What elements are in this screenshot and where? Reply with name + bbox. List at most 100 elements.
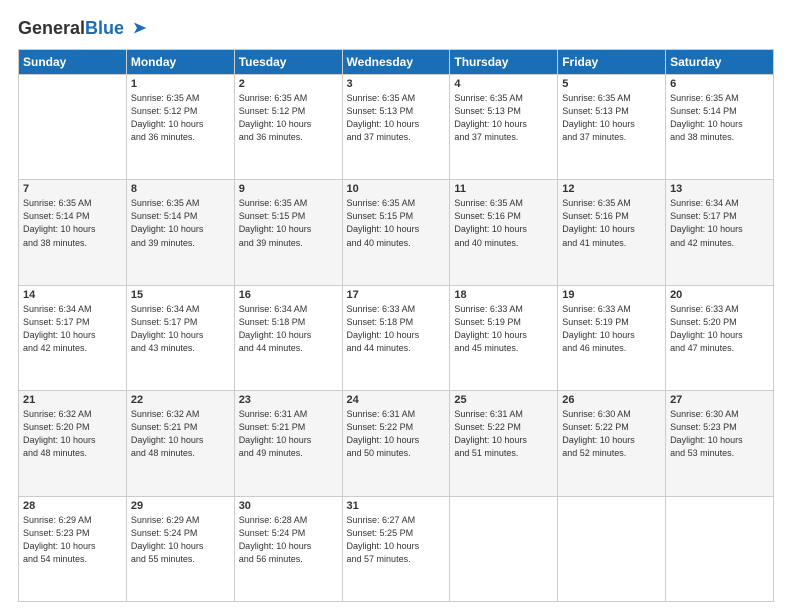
calendar-cell: 22Sunrise: 6:32 AM Sunset: 5:21 PM Dayli…	[126, 391, 234, 496]
day-number: 7	[23, 183, 122, 195]
day-info: Sunrise: 6:32 AM Sunset: 5:20 PM Dayligh…	[23, 408, 122, 460]
logo: GeneralBlue	[18, 18, 148, 39]
day-number: 28	[23, 500, 122, 512]
day-number: 27	[670, 394, 769, 406]
day-number: 12	[562, 183, 661, 195]
day-info: Sunrise: 6:31 AM Sunset: 5:21 PM Dayligh…	[239, 408, 338, 460]
page: GeneralBlue SundayMondayTuesdayWednesday…	[0, 0, 792, 612]
day-number: 10	[347, 183, 446, 195]
calendar-cell: 12 Sunrise: 6:35 AM Sunset: 5:16 PM Dayli…	[558, 180, 666, 285]
weekday-header-thursday: Thursday	[450, 50, 558, 75]
calendar-cell: 13 Sunrise: 6:34 AM Sunset: 5:17 PM Dayli…	[666, 180, 774, 285]
calendar-cell	[666, 496, 774, 601]
day-info: Sunrise: 6:34 AM Sunset: 5:17 PM Dayligh…	[131, 303, 230, 355]
day-info: Sunrise: 6:30 AM Sunset: 5:23 PM Dayligh…	[670, 408, 769, 460]
calendar-cell: 20Sunrise: 6:33 AM Sunset: 5:20 PM Dayli…	[666, 285, 774, 390]
calendar-cell: 28Sunrise: 6:29 AM Sunset: 5:23 PM Dayli…	[19, 496, 127, 601]
day-number: 11	[454, 183, 553, 195]
calendar-week-row: 1 Sunrise: 6:35 AM Sunset: 5:12 PM Daylig…	[19, 75, 774, 180]
calendar-week-row: 14 Sunrise: 6:34 AM Sunset: 5:17 PM Dayli…	[19, 285, 774, 390]
day-number: 4	[454, 78, 553, 90]
day-number: 29	[131, 500, 230, 512]
calendar-cell: 27 Sunrise: 6:30 AM Sunset: 5:23 PM Dayli…	[666, 391, 774, 496]
day-number: 8	[131, 183, 230, 195]
day-info: Sunrise: 6:35 AM Sunset: 5:16 PM Dayligh…	[562, 197, 661, 249]
calendar-week-row: 21Sunrise: 6:32 AM Sunset: 5:20 PM Dayli…	[19, 391, 774, 496]
day-number: 13	[670, 183, 769, 195]
weekday-header-wednesday: Wednesday	[342, 50, 450, 75]
day-number: 24	[347, 394, 446, 406]
calendar-body: 1 Sunrise: 6:35 AM Sunset: 5:12 PM Daylig…	[19, 75, 774, 602]
calendar-cell	[19, 75, 127, 180]
weekday-header-row: SundayMondayTuesdayWednesdayThursdayFrid…	[19, 50, 774, 75]
calendar-cell: 14 Sunrise: 6:34 AM Sunset: 5:17 PM Dayli…	[19, 285, 127, 390]
day-info: Sunrise: 6:27 AM Sunset: 5:25 PM Dayligh…	[347, 514, 446, 566]
day-info: Sunrise: 6:28 AM Sunset: 5:24 PM Dayligh…	[239, 514, 338, 566]
calendar-cell: 26 Sunrise: 6:30 AM Sunset: 5:22 PM Dayli…	[558, 391, 666, 496]
calendar-header: SundayMondayTuesdayWednesdayThursdayFrid…	[19, 50, 774, 75]
day-number: 26	[562, 394, 661, 406]
calendar-cell	[558, 496, 666, 601]
calendar-week-row: 7Sunrise: 6:35 AM Sunset: 5:14 PM Daylig…	[19, 180, 774, 285]
calendar-cell: 24 Sunrise: 6:31 AM Sunset: 5:22 PM Dayli…	[342, 391, 450, 496]
day-info: Sunrise: 6:34 AM Sunset: 5:17 PM Dayligh…	[670, 197, 769, 249]
day-info: Sunrise: 6:34 AM Sunset: 5:17 PM Dayligh…	[23, 303, 122, 355]
day-info: Sunrise: 6:30 AM Sunset: 5:22 PM Dayligh…	[562, 408, 661, 460]
day-info: Sunrise: 6:35 AM Sunset: 5:12 PM Dayligh…	[131, 92, 230, 144]
calendar-cell: 18Sunrise: 6:33 AM Sunset: 5:19 PM Dayli…	[450, 285, 558, 390]
day-number: 17	[347, 289, 446, 301]
day-number: 14	[23, 289, 122, 301]
calendar-cell: 6 Sunrise: 6:35 AM Sunset: 5:14 PM Daylig…	[666, 75, 774, 180]
day-info: Sunrise: 6:35 AM Sunset: 5:13 PM Dayligh…	[454, 92, 553, 144]
calendar-cell	[450, 496, 558, 601]
calendar-cell: 31 Sunrise: 6:27 AM Sunset: 5:25 PM Dayli…	[342, 496, 450, 601]
day-info: Sunrise: 6:31 AM Sunset: 5:22 PM Dayligh…	[454, 408, 553, 460]
day-info: Sunrise: 6:31 AM Sunset: 5:22 PM Dayligh…	[347, 408, 446, 460]
day-info: Sunrise: 6:35 AM Sunset: 5:14 PM Dayligh…	[670, 92, 769, 144]
calendar-cell: 21Sunrise: 6:32 AM Sunset: 5:20 PM Dayli…	[19, 391, 127, 496]
day-number: 30	[239, 500, 338, 512]
day-number: 1	[131, 78, 230, 90]
calendar-cell: 5 Sunrise: 6:35 AM Sunset: 5:13 PM Daylig…	[558, 75, 666, 180]
day-info: Sunrise: 6:35 AM Sunset: 5:15 PM Dayligh…	[239, 197, 338, 249]
calendar-cell: 16 Sunrise: 6:34 AM Sunset: 5:18 PM Dayli…	[234, 285, 342, 390]
calendar-cell: 1 Sunrise: 6:35 AM Sunset: 5:12 PM Daylig…	[126, 75, 234, 180]
day-number: 6	[670, 78, 769, 90]
day-number: 20	[670, 289, 769, 301]
weekday-header-saturday: Saturday	[666, 50, 774, 75]
day-info: Sunrise: 6:29 AM Sunset: 5:24 PM Dayligh…	[131, 514, 230, 566]
calendar-cell: 4 Sunrise: 6:35 AM Sunset: 5:13 PM Daylig…	[450, 75, 558, 180]
weekday-header-tuesday: Tuesday	[234, 50, 342, 75]
day-info: Sunrise: 6:32 AM Sunset: 5:21 PM Dayligh…	[131, 408, 230, 460]
calendar-table: SundayMondayTuesdayWednesdayThursdayFrid…	[18, 49, 774, 602]
day-info: Sunrise: 6:34 AM Sunset: 5:18 PM Dayligh…	[239, 303, 338, 355]
weekday-header-friday: Friday	[558, 50, 666, 75]
day-info: Sunrise: 6:33 AM Sunset: 5:19 PM Dayligh…	[562, 303, 661, 355]
weekday-header-sunday: Sunday	[19, 50, 127, 75]
calendar-week-row: 28Sunrise: 6:29 AM Sunset: 5:23 PM Dayli…	[19, 496, 774, 601]
day-number: 16	[239, 289, 338, 301]
calendar-cell: 17 Sunrise: 6:33 AM Sunset: 5:18 PM Dayli…	[342, 285, 450, 390]
calendar-cell: 30 Sunrise: 6:28 AM Sunset: 5:24 PM Dayli…	[234, 496, 342, 601]
calendar-cell: 3Sunrise: 6:35 AM Sunset: 5:13 PM Daylig…	[342, 75, 450, 180]
day-info: Sunrise: 6:33 AM Sunset: 5:19 PM Dayligh…	[454, 303, 553, 355]
weekday-header-monday: Monday	[126, 50, 234, 75]
day-number: 25	[454, 394, 553, 406]
day-number: 2	[239, 78, 338, 90]
calendar-cell: 7Sunrise: 6:35 AM Sunset: 5:14 PM Daylig…	[19, 180, 127, 285]
calendar-cell: 11 Sunrise: 6:35 AM Sunset: 5:16 PM Dayli…	[450, 180, 558, 285]
calendar-cell: 29 Sunrise: 6:29 AM Sunset: 5:24 PM Dayli…	[126, 496, 234, 601]
day-info: Sunrise: 6:35 AM Sunset: 5:16 PM Dayligh…	[454, 197, 553, 249]
day-number: 3	[347, 78, 446, 90]
calendar-cell: 15Sunrise: 6:34 AM Sunset: 5:17 PM Dayli…	[126, 285, 234, 390]
calendar-cell: 19Sunrise: 6:33 AM Sunset: 5:19 PM Dayli…	[558, 285, 666, 390]
day-info: Sunrise: 6:35 AM Sunset: 5:12 PM Dayligh…	[239, 92, 338, 144]
calendar-cell: 9Sunrise: 6:35 AM Sunset: 5:15 PM Daylig…	[234, 180, 342, 285]
day-number: 5	[562, 78, 661, 90]
day-info: Sunrise: 6:33 AM Sunset: 5:18 PM Dayligh…	[347, 303, 446, 355]
day-info: Sunrise: 6:35 AM Sunset: 5:13 PM Dayligh…	[562, 92, 661, 144]
day-info: Sunrise: 6:35 AM Sunset: 5:15 PM Dayligh…	[347, 197, 446, 249]
logo-text: GeneralBlue	[18, 18, 124, 39]
day-number: 31	[347, 500, 446, 512]
calendar-cell: 10 Sunrise: 6:35 AM Sunset: 5:15 PM Dayli…	[342, 180, 450, 285]
